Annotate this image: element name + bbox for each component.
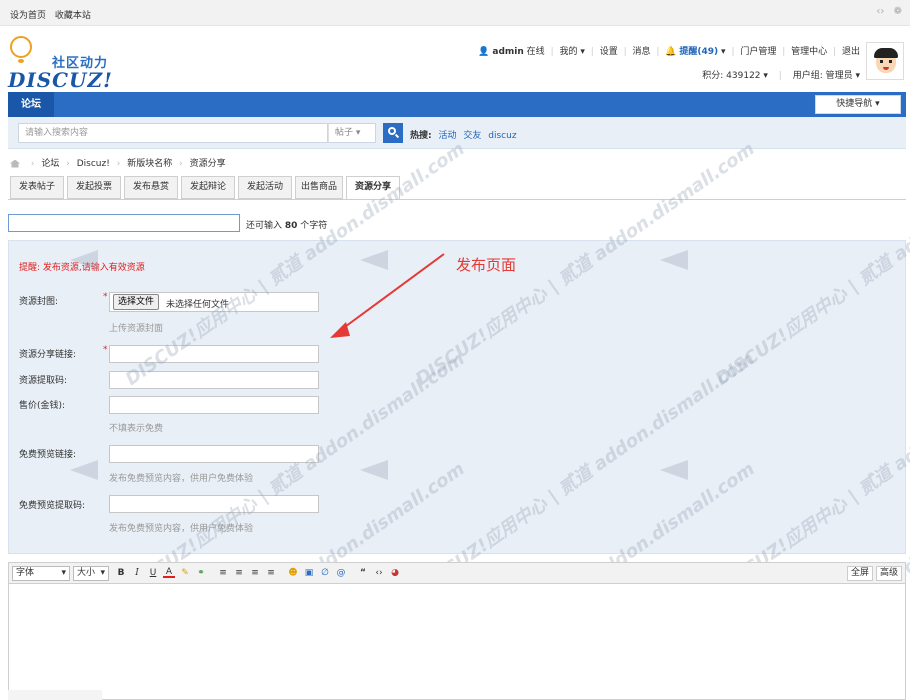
- quote-icon[interactable]: “: [357, 567, 369, 580]
- hot-search: 热搜: 活动 交友 discuz: [410, 131, 517, 141]
- resource-form: 提醒: 发布资源,请输入有效资源 资源封图: * 选择文件 未选择任何文件 上传…: [8, 240, 906, 554]
- bold-icon[interactable]: B: [115, 567, 127, 580]
- tab-poll[interactable]: 发起投票: [67, 176, 121, 199]
- font-select[interactable]: 字体 ▾: [12, 566, 70, 581]
- bookmark-link[interactable]: 收藏本站: [55, 11, 91, 21]
- portal-manage-link[interactable]: 门户管理: [740, 47, 776, 57]
- align-center-icon[interactable]: ≡: [233, 567, 245, 580]
- home-icon[interactable]: [10, 159, 20, 168]
- code-icon[interactable]: ‹›: [876, 6, 884, 17]
- preview-link-input[interactable]: [109, 445, 319, 463]
- bell-icon: 🔔: [665, 47, 677, 57]
- required-mark: *: [103, 345, 108, 355]
- hot-word-discuz[interactable]: discuz: [488, 131, 516, 141]
- code-block-icon[interactable]: ‹›: [373, 567, 385, 580]
- breadcrumb-current: 资源分享: [189, 159, 226, 169]
- preview-code-input[interactable]: [109, 495, 319, 513]
- file-status: 未选择任何文件: [166, 300, 230, 310]
- main-nav: 论坛 快捷导航 ▾: [8, 92, 906, 117]
- online-status: 在线: [526, 47, 545, 57]
- hot-word-activity[interactable]: 活动: [438, 131, 456, 141]
- admin-center-link[interactable]: 管理中心: [791, 47, 827, 57]
- align-right-icon[interactable]: ≡: [249, 567, 261, 580]
- cover-label: 资源封图:: [19, 297, 59, 307]
- notice-text: 提醒: 发布资源,请输入有效资源: [19, 263, 145, 273]
- breadcrumb: › 论坛 › Discuz! › 新版块名称 › 资源分享: [10, 156, 226, 169]
- my-menu[interactable]: 我的: [559, 47, 577, 57]
- search-bar: 请输入搜索内容 帖子 ▾ 热搜: 活动 交友 discuz: [8, 117, 906, 149]
- avatar[interactable]: [866, 42, 904, 80]
- italic-icon[interactable]: I: [131, 567, 143, 580]
- tab-debate[interactable]: 发起辩论: [181, 176, 235, 199]
- cover-hint: 上传资源封面: [109, 324, 164, 334]
- underline-icon[interactable]: U: [147, 567, 159, 580]
- remind-link[interactable]: 提醒(49): [679, 47, 718, 57]
- subject-input[interactable]: [8, 214, 240, 232]
- chevron-down-icon: ▾: [577, 47, 585, 57]
- editor-textarea[interactable]: [8, 584, 906, 700]
- preview-link-hint: 发布免费预览内容，供用户免费体验: [109, 474, 254, 484]
- preview-code-hint: 发布免费预览内容，供用户免费体验: [109, 524, 254, 534]
- discuz-logo[interactable]: 社区动力 DISCUZ!: [8, 34, 118, 92]
- credits-menu[interactable]: 积分: 439122: [702, 71, 760, 81]
- tab-reward[interactable]: 发布悬赏: [124, 176, 178, 199]
- emoji-icon[interactable]: ☻: [287, 567, 299, 580]
- extract-code-input[interactable]: [109, 371, 319, 389]
- nav-item-forum[interactable]: 论坛: [8, 92, 54, 117]
- tab-activity[interactable]: 发起活动: [238, 176, 292, 199]
- settings-icon[interactable]: ❁: [894, 6, 902, 17]
- share-link-label: 资源分享链接:: [19, 350, 77, 360]
- editor-toolbar: 字体 ▾ 大小 ▾ B I U A ✎ ⚭ ≡ ≡ ≡ ≡ ☻ ▣ ∅ @ “ ‹›…: [8, 562, 906, 584]
- price-hint: 不填表示免费: [109, 424, 164, 434]
- top-bar: 设为首页 收藏本站 ‹› ❁: [0, 0, 910, 26]
- qq-icon[interactable]: ◕: [389, 567, 401, 580]
- logo-en-text: DISCUZ!: [8, 68, 113, 92]
- annotation-arrow-icon: [330, 253, 445, 338]
- hot-word-friends[interactable]: 交友: [463, 131, 481, 141]
- cover-file-input: 选择文件 未选择任何文件: [109, 292, 319, 312]
- user-info: 👤 admin 在线 | 我的 ▾ | 设置 | 消息 | 🔔 提醒(49) ▾…: [478, 47, 860, 81]
- search-button[interactable]: [383, 123, 403, 143]
- messages-link[interactable]: 消息: [633, 47, 651, 57]
- tab-post[interactable]: 发表帖子: [10, 176, 64, 199]
- username-link[interactable]: admin: [492, 47, 523, 57]
- search-input[interactable]: 请输入搜索内容: [18, 123, 328, 143]
- search-type-select[interactable]: 帖子 ▾: [328, 123, 376, 143]
- price-input[interactable]: [109, 396, 319, 414]
- quick-nav-button[interactable]: 快捷导航 ▾: [815, 95, 901, 114]
- breadcrumb-discuz[interactable]: Discuz!: [77, 159, 110, 169]
- choose-file-button[interactable]: 选择文件: [113, 294, 160, 310]
- breadcrumb-board[interactable]: 新版块名称: [127, 159, 172, 169]
- image-icon[interactable]: ▣: [303, 567, 315, 580]
- subject-char-counter: 还可输入 80 个字符: [246, 221, 328, 231]
- bulb-icon: [10, 36, 32, 58]
- align-left-icon[interactable]: ≡: [217, 567, 229, 580]
- breadcrumb-forum[interactable]: 论坛: [41, 159, 59, 169]
- required-mark: *: [103, 292, 108, 302]
- size-select[interactable]: 大小 ▾: [73, 566, 109, 581]
- extract-code-label: 资源提取码:: [19, 376, 68, 386]
- preview-code-label: 免费预览提取码:: [19, 501, 86, 511]
- fullscreen-button[interactable]: 全屏: [846, 566, 873, 581]
- price-label: 售价(金钱):: [19, 401, 66, 411]
- logout-link[interactable]: 退出: [842, 47, 860, 57]
- share-link-input[interactable]: [109, 345, 319, 363]
- align-justify-icon[interactable]: ≡: [265, 567, 277, 580]
- user-icon: 👤: [478, 47, 490, 57]
- advanced-button[interactable]: 高级: [875, 566, 902, 581]
- link-icon[interactable]: ⚭: [195, 567, 207, 580]
- settings-link[interactable]: 设置: [600, 47, 618, 57]
- tab-resource-share[interactable]: 资源分享: [346, 176, 400, 200]
- attachment-icon[interactable]: ∅: [319, 567, 331, 580]
- set-homepage-link[interactable]: 设为首页: [10, 11, 46, 21]
- annotation-label: 发布页面: [456, 256, 517, 274]
- usergroup-menu[interactable]: 用户组: 管理员: [793, 71, 853, 81]
- tab-trade[interactable]: 出售商品: [295, 176, 343, 199]
- at-icon[interactable]: @: [335, 567, 347, 580]
- chevron-down-icon: ▾: [718, 47, 726, 57]
- highlight-icon[interactable]: ✎: [179, 567, 191, 580]
- site-header: 社区动力 DISCUZ! 👤 admin 在线 | 我的 ▾ | 设置 | 消息…: [0, 26, 910, 92]
- font-color-icon[interactable]: A: [163, 567, 175, 578]
- preview-link-label: 免费预览链接:: [19, 450, 77, 460]
